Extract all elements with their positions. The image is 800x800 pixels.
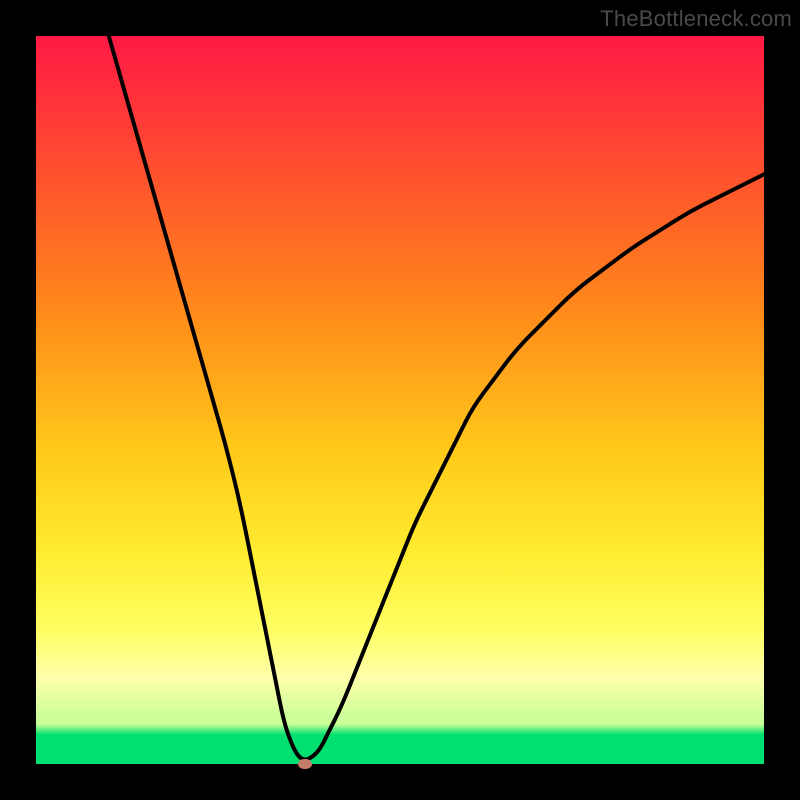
plot-area	[36, 36, 764, 764]
watermark-text: TheBottleneck.com	[600, 6, 792, 32]
chart-frame: TheBottleneck.com	[0, 0, 800, 800]
optimal-point-marker	[298, 759, 312, 769]
bottleneck-curve	[36, 36, 764, 764]
